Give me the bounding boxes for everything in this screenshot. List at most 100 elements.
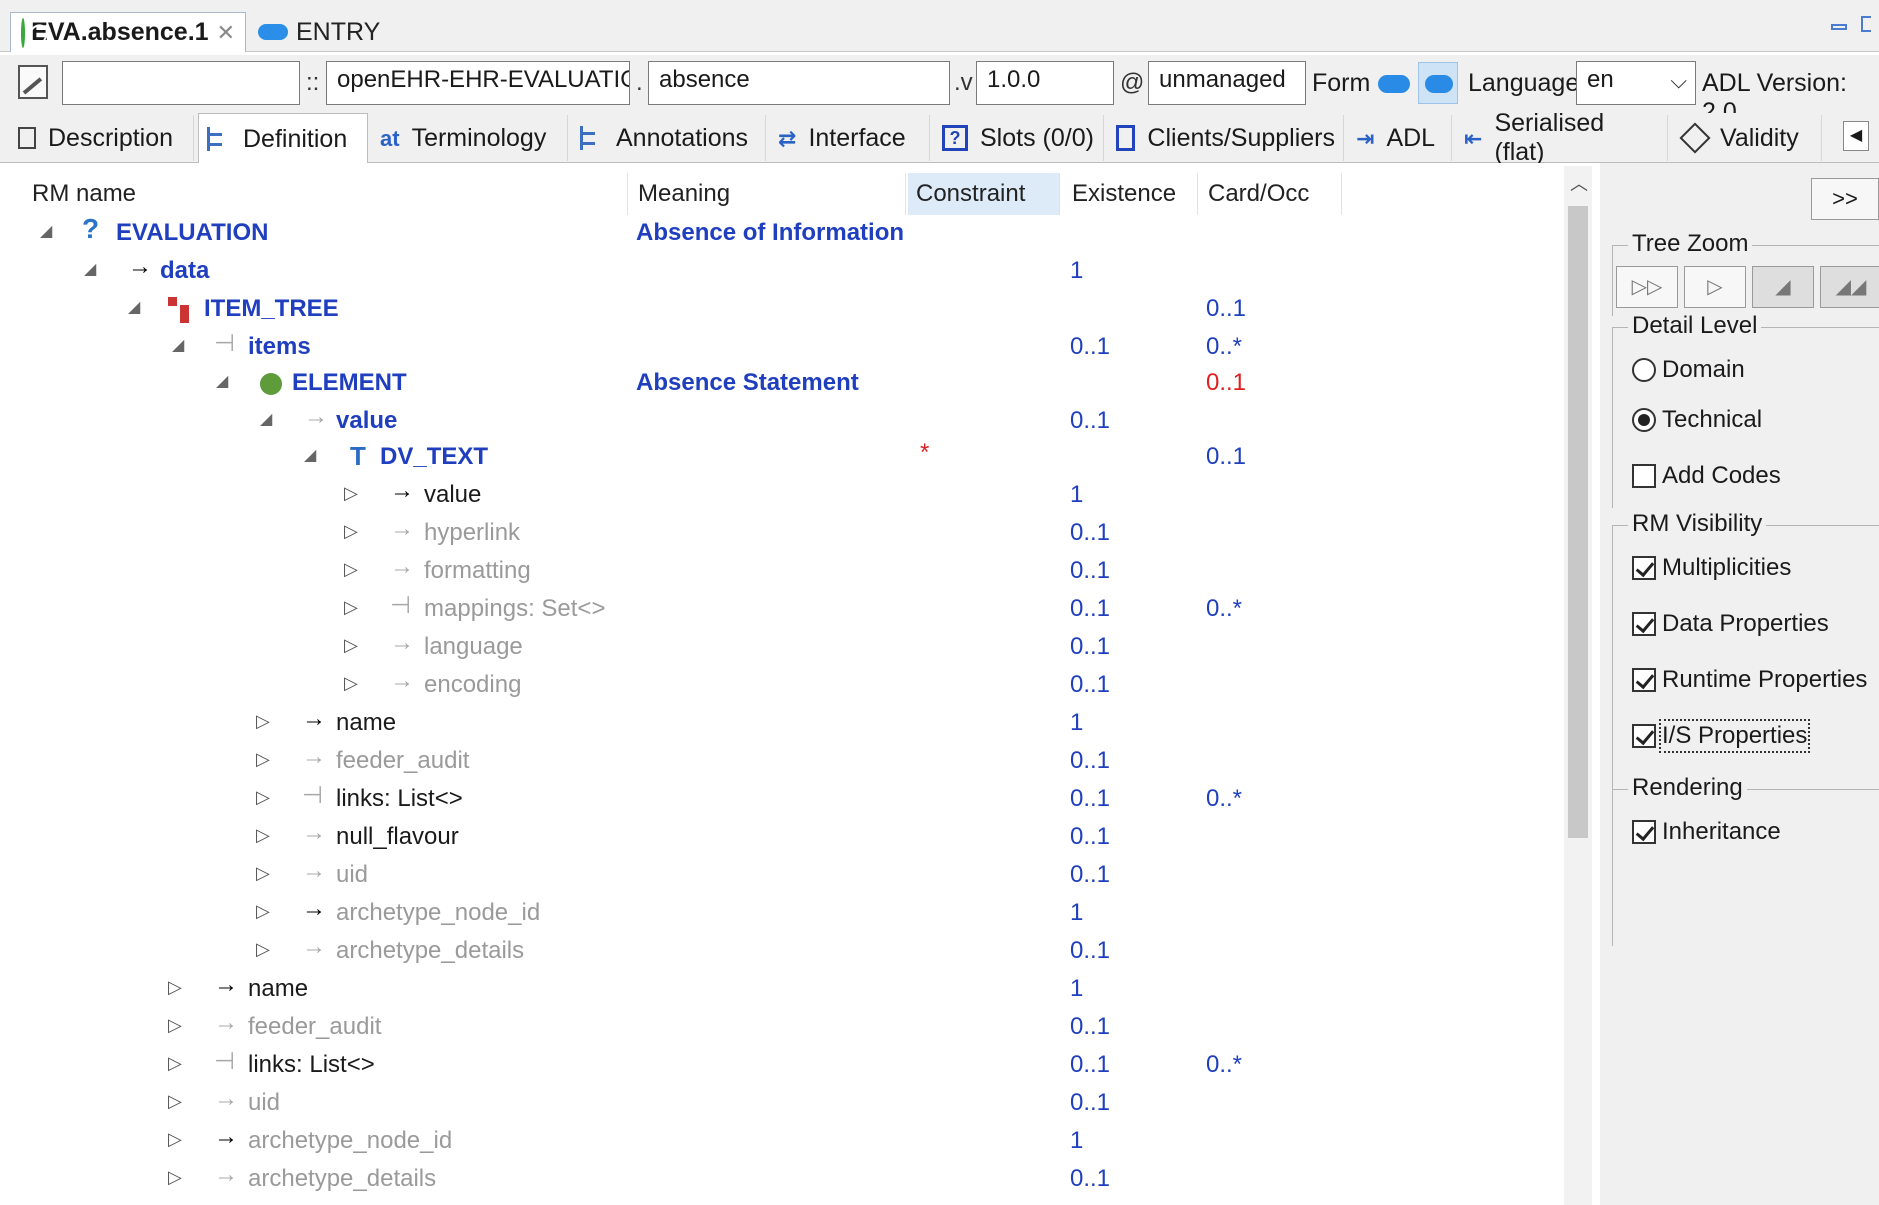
column-existence[interactable]: Existence bbox=[1064, 173, 1198, 215]
checkbox-data-properties-icon[interactable] bbox=[1632, 612, 1656, 636]
collapsed-icon[interactable]: ▷ bbox=[344, 559, 358, 580]
expanded-icon[interactable]: ◢ bbox=[260, 409, 272, 429]
tab-annotations[interactable]: Annotations bbox=[572, 115, 766, 161]
tree-row[interactable]: ▷ → encoding 0..1 bbox=[0, 667, 1560, 705]
collapsed-icon[interactable]: ▷ bbox=[256, 787, 270, 808]
tree-row[interactable]: ▷ → feeder_audit 0..1 bbox=[0, 743, 1560, 781]
collapsed-icon[interactable]: ▷ bbox=[168, 1015, 182, 1036]
collapsed-icon[interactable]: ▷ bbox=[344, 597, 358, 618]
collapsed-icon[interactable]: ▷ bbox=[344, 483, 358, 504]
tab-validity[interactable]: Validity bbox=[1672, 115, 1822, 161]
collapse-panel-button[interactable]: >> bbox=[1811, 178, 1879, 220]
tab-description[interactable]: Description bbox=[10, 115, 194, 161]
technical-radio[interactable]: Technical bbox=[1632, 406, 1762, 434]
tree-row[interactable]: ▷ → uid 0..1 bbox=[0, 857, 1560, 895]
tree-row[interactable]: ▷ → language 0..1 bbox=[0, 629, 1560, 667]
column-constraint[interactable]: Constraint bbox=[908, 173, 1060, 215]
tree-row[interactable]: ▷ → hyperlink 0..1 bbox=[0, 515, 1560, 553]
zoom-expand-all-icon[interactable]: ▷▷ bbox=[1616, 266, 1678, 308]
scroll-up-icon[interactable]: ︿ bbox=[1570, 170, 1588, 196]
collapsed-icon[interactable]: ▷ bbox=[344, 673, 358, 694]
runtime-properties-checkbox[interactable]: Runtime Properties bbox=[1632, 666, 1867, 694]
column-rm-name[interactable]: RM name bbox=[24, 173, 628, 215]
checkbox-add-codes-icon[interactable] bbox=[1632, 464, 1656, 488]
tree-row[interactable]: ◢ ? EVALUATION Absence of Information bbox=[0, 213, 1560, 253]
tree-row[interactable]: ▷ → archetype_details 0..1 bbox=[0, 1161, 1560, 1199]
tab-clients-suppliers[interactable]: Clients/Suppliers bbox=[1108, 115, 1344, 161]
namespace-field[interactable] bbox=[62, 61, 300, 105]
tree-row[interactable]: ◢ ⊣ items 0..1 0..* bbox=[0, 329, 1560, 367]
domain-radio[interactable]: Domain bbox=[1632, 356, 1745, 384]
form-toggle-active-button[interactable] bbox=[1418, 62, 1458, 104]
concept-field[interactable]: absence bbox=[648, 61, 950, 105]
inheritance-checkbox[interactable]: Inheritance bbox=[1632, 818, 1781, 846]
tab-definition[interactable]: Definition bbox=[198, 113, 368, 164]
add-codes-checkbox[interactable]: Add Codes bbox=[1632, 462, 1781, 490]
collapsed-icon[interactable]: ▷ bbox=[168, 1129, 182, 1150]
expanded-icon[interactable]: ◢ bbox=[40, 221, 52, 241]
lifecycle-status-field[interactable]: unmanaged bbox=[1148, 61, 1306, 105]
editor-tab-eva-absence[interactable]: EVA.absence.1 ✕ bbox=[10, 12, 246, 52]
collapsed-icon[interactable]: ▷ bbox=[344, 635, 358, 656]
tab-terminology[interactable]: at Terminology bbox=[372, 115, 568, 161]
tree-row[interactable]: ◢ ITEM_TREE 0..1 bbox=[0, 291, 1560, 329]
form-toggle-icon[interactable] bbox=[1378, 75, 1410, 93]
tree-row[interactable]: ▷ → uid 0..1 bbox=[0, 1085, 1560, 1123]
tab-interface[interactable]: ⇄ Interface bbox=[770, 115, 930, 161]
data-properties-checkbox[interactable]: Data Properties bbox=[1632, 610, 1829, 638]
tree-row[interactable]: ▷ → null_flavour 0..1 bbox=[0, 819, 1560, 857]
tree-row[interactable]: ▷ ⊣ mappings: Set<> 0..1 0..* bbox=[0, 591, 1560, 629]
zoom-collapse-one-icon[interactable]: ◢ bbox=[1752, 266, 1814, 308]
collapsed-icon[interactable]: ▷ bbox=[168, 1053, 182, 1074]
tree-row[interactable]: ◢ T DV_TEXT * 0..1 bbox=[0, 439, 1560, 477]
scroll-left-icon[interactable]: ◀ bbox=[1843, 121, 1869, 151]
tree-row[interactable]: ▷ → archetype_node_id 1 bbox=[0, 1123, 1560, 1161]
is-properties-checkbox[interactable]: I/S Properties bbox=[1632, 719, 1811, 753]
zoom-collapse-all-icon[interactable]: ◢◢ bbox=[1820, 266, 1879, 308]
rm-type-field[interactable]: openEHR-EHR-EVALUATIO bbox=[326, 61, 630, 105]
tree-row[interactable]: ▷ → name 1 bbox=[0, 705, 1560, 743]
minimize-icon[interactable] bbox=[1831, 24, 1847, 30]
tree-row[interactable]: ◢ ELEMENT Absence Statement 0..1 bbox=[0, 365, 1560, 403]
expanded-icon[interactable]: ◢ bbox=[172, 335, 184, 355]
tree-row[interactable]: ▷ ⊣ links: List<> 0..1 0..* bbox=[0, 781, 1560, 819]
collapsed-icon[interactable]: ▷ bbox=[344, 521, 358, 542]
tab-slots[interactable]: ? Slots (0/0) bbox=[934, 115, 1104, 161]
expanded-icon[interactable]: ◢ bbox=[304, 445, 316, 465]
radio-technical-icon[interactable] bbox=[1632, 408, 1656, 432]
editor-tab-entry[interactable]: ENTRY bbox=[248, 12, 400, 52]
tree-row[interactable]: ◢ → data 1 bbox=[0, 253, 1560, 291]
language-select[interactable]: en ⌵ bbox=[1576, 61, 1696, 105]
collapsed-icon[interactable]: ▷ bbox=[168, 1167, 182, 1188]
tree-vertical-scrollbar[interactable]: ︿ bbox=[1564, 166, 1592, 1205]
version-field[interactable]: 1.0.0 bbox=[976, 61, 1114, 105]
multiplicities-checkbox[interactable]: Multiplicities bbox=[1632, 554, 1791, 582]
maximize-icon[interactable] bbox=[1861, 16, 1871, 32]
checkbox-is-properties-icon[interactable] bbox=[1632, 724, 1656, 748]
checkbox-inheritance-icon[interactable] bbox=[1632, 820, 1656, 844]
zoom-expand-one-icon[interactable]: ▷ bbox=[1684, 266, 1746, 308]
collapsed-icon[interactable]: ▷ bbox=[256, 711, 270, 732]
tree-row[interactable]: ▷ → feeder_audit 0..1 bbox=[0, 1009, 1560, 1047]
checkbox-multiplicities-icon[interactable] bbox=[1632, 556, 1656, 580]
expanded-icon[interactable]: ◢ bbox=[128, 297, 140, 317]
expanded-icon[interactable]: ◢ bbox=[216, 371, 228, 391]
expanded-icon[interactable]: ◢ bbox=[84, 259, 96, 279]
checkbox-runtime-properties-icon[interactable] bbox=[1632, 668, 1656, 692]
tree-row[interactable]: ▷ → archetype_node_id 1 bbox=[0, 895, 1560, 933]
tree-row[interactable]: ◢ → value 0..1 bbox=[0, 403, 1560, 441]
collapsed-icon[interactable]: ▷ bbox=[256, 749, 270, 770]
collapsed-icon[interactable]: ▷ bbox=[256, 939, 270, 960]
scrollbar-thumb[interactable] bbox=[1568, 206, 1588, 838]
edit-icon[interactable] bbox=[18, 65, 48, 99]
column-meaning[interactable]: Meaning bbox=[630, 173, 906, 215]
tree-row[interactable]: ▷ → value 1 bbox=[0, 477, 1560, 515]
tab-serialised-flat[interactable]: ⇤ Serialised (flat) bbox=[1456, 109, 1668, 166]
collapsed-icon[interactable]: ▷ bbox=[256, 825, 270, 846]
column-card-occ[interactable]: Card/Occ bbox=[1200, 173, 1342, 215]
tree-row[interactable]: ▷ → name 1 bbox=[0, 971, 1560, 1009]
collapsed-icon[interactable]: ▷ bbox=[256, 901, 270, 922]
collapsed-icon[interactable]: ▷ bbox=[168, 977, 182, 998]
collapsed-icon[interactable]: ▷ bbox=[168, 1091, 182, 1112]
close-icon[interactable]: ✕ bbox=[217, 20, 235, 46]
